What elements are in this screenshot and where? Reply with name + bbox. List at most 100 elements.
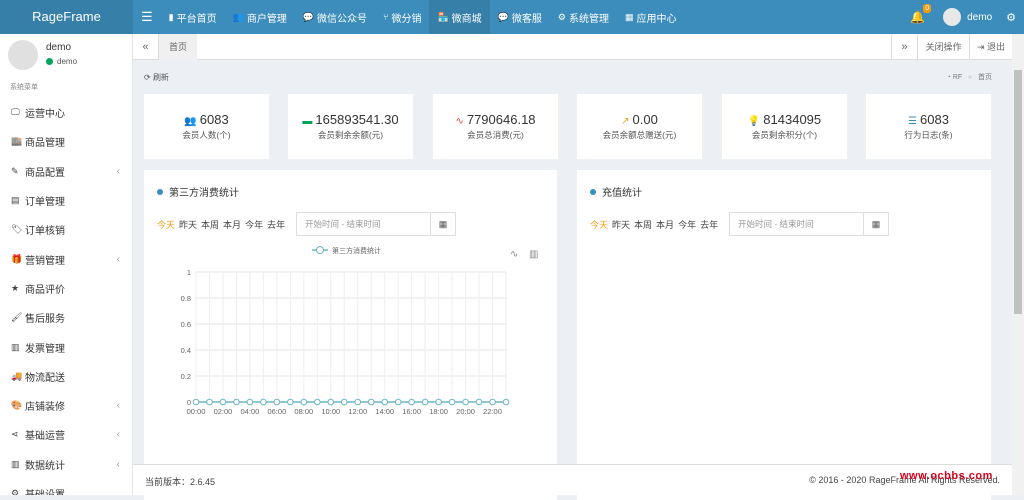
close-ops-button[interactable]: 关闭操作 — [917, 34, 969, 60]
date-range-placeholder[interactable]: 开始时间 - 结束时间 — [297, 213, 430, 235]
legend-marker — [316, 246, 324, 254]
sidebar-item-6[interactable]: ★ 商品评价 — [0, 274, 132, 303]
range-tab-2[interactable]: 本周 — [201, 218, 219, 231]
data-point[interactable] — [260, 398, 267, 406]
data-point[interactable] — [408, 398, 415, 406]
nav-label: 平台首页 — [176, 13, 217, 25]
data-point[interactable] — [340, 398, 348, 406]
bar-chart-toggle-icon[interactable]: ▥ — [529, 249, 538, 260]
data-point[interactable] — [206, 398, 213, 406]
data-point[interactable] — [246, 398, 254, 406]
sidebar-item-13[interactable]: ⚙ 基础设置 — [0, 479, 132, 495]
username[interactable]: demo — [967, 12, 992, 23]
range-tab-1[interactable]: 昨天 — [612, 218, 630, 231]
range-tab-0[interactable]: 今天 — [590, 218, 608, 231]
range-tab-3[interactable]: 本月 — [223, 218, 241, 231]
range-tab-2[interactable]: 本周 — [634, 218, 652, 231]
range-tab-4[interactable]: 今年 — [678, 218, 696, 231]
sidebar-item-4[interactable]: 🏷 订单核销 — [0, 215, 132, 244]
bar-chart-icon: ▥ — [11, 458, 20, 469]
sidebar-item-2[interactable]: ✎ 商品配置 ‹ — [0, 157, 132, 186]
data-point[interactable] — [233, 398, 240, 406]
sidebar-item-3[interactable]: ▤ 订单管理 — [0, 186, 132, 215]
stat-value-row: 💡 81434095 — [722, 112, 847, 127]
data-point[interactable] — [475, 398, 483, 406]
nav-item-1[interactable]: 👥 商户管理 — [225, 0, 295, 34]
data-point[interactable] — [273, 398, 281, 406]
nav-item-0[interactable]: ▮ 平台首页 — [161, 0, 225, 34]
sidebar-item-label: 商品配置 — [25, 167, 65, 179]
calendar-icon[interactable]: ▦ — [430, 213, 455, 235]
page-scrollbar[interactable] — [1012, 34, 1024, 495]
stat-value: 81434095 — [763, 112, 822, 127]
sidebar-item-1[interactable]: 🏬 商品管理 — [0, 127, 132, 156]
stat-label: 会员余额总赠送(元) — [602, 130, 677, 140]
sidebar-toggle-icon[interactable]: ☰ — [133, 0, 161, 34]
data-point[interactable] — [314, 398, 321, 406]
sidebar-item-12[interactable]: ▥ 数据统计 ‹ — [0, 450, 132, 479]
range-tab-5[interactable]: 去年 — [700, 218, 718, 231]
range-tab-5[interactable]: 去年 — [267, 218, 285, 231]
data-point[interactable] — [367, 398, 375, 406]
scrollbar-thumb[interactable] — [1014, 70, 1022, 314]
logout-button[interactable]: ⇥ 退出 — [969, 34, 1012, 60]
data-point[interactable] — [489, 398, 496, 406]
data-point[interactable] — [219, 398, 227, 406]
logout-icon: ⇥ — [976, 42, 988, 52]
sidebar-item-9[interactable]: 🚚 物流配送 — [0, 362, 132, 391]
calendar-icon[interactable]: ▦ — [863, 213, 888, 235]
nav-label: 微分销 — [391, 13, 422, 25]
data-point[interactable] — [435, 398, 442, 406]
nav-item-4[interactable]: 🏪 微商城 — [429, 0, 490, 34]
notification-bell-icon[interactable]: 🔔 0 — [910, 4, 932, 24]
stat-value-row: ↗ 0.00 — [577, 112, 702, 127]
range-tab-0[interactable]: 今天 — [157, 218, 175, 231]
data-point[interactable] — [462, 398, 469, 406]
y-tick-label: 0.8 — [181, 294, 191, 303]
data-point[interactable] — [300, 398, 308, 406]
sidebar-item-10[interactable]: 🎨 店铺装修 ‹ — [0, 391, 132, 420]
data-point[interactable] — [502, 398, 510, 406]
nav-item-5[interactable]: 💬 微客服 — [490, 0, 550, 34]
date-range-input[interactable]: 开始时间 - 结束时间 ▦ — [296, 212, 456, 236]
status-label: demo — [57, 57, 78, 66]
date-range-placeholder[interactable]: 开始时间 - 结束时间 — [730, 213, 863, 235]
sidebar-item-5[interactable]: 🎁 营销管理 ‹ — [0, 244, 132, 273]
notification-badge: 0 — [923, 4, 932, 13]
tabs-next-button[interactable]: » — [891, 34, 917, 60]
data-point[interactable] — [381, 398, 388, 406]
data-point[interactable] — [192, 398, 200, 406]
refresh-button[interactable]: ⟳ 刷新 — [144, 72, 169, 83]
sidebar-item-8[interactable]: ▥ 发票管理 — [0, 332, 132, 361]
x-tick-label: 02:00 — [214, 407, 233, 416]
date-range-input[interactable]: 开始时间 - 结束时间 ▦ — [729, 212, 889, 236]
range-tab-1[interactable]: 昨天 — [179, 218, 197, 231]
brand-logo[interactable]: RageFrame — [0, 0, 133, 34]
nav-item-2[interactable]: 💬 微信公众号 — [295, 0, 375, 34]
range-tab-4[interactable]: 今年 — [245, 218, 263, 231]
credit-card-icon: ▬ — [302, 116, 313, 127]
sidebar-item-0[interactable]: 🖵 运营中心 — [0, 98, 132, 127]
data-point[interactable] — [448, 398, 456, 406]
data-point[interactable] — [327, 398, 335, 406]
chart-legend[interactable]: 第三方消费统计 — [312, 246, 381, 255]
nav-item-7[interactable]: ▦ 应用中心 — [617, 0, 685, 34]
date-range-tabs: 今天 昨天 本周 本月 今年 去年 — [157, 218, 289, 231]
range-tab-3[interactable]: 本月 — [656, 218, 674, 231]
data-point[interactable] — [421, 398, 429, 406]
data-point[interactable] — [354, 398, 362, 406]
shop-icon: 🏪 — [437, 11, 449, 22]
nav-item-6[interactable]: ⚙ 系统管理 — [550, 0, 617, 34]
sidebar-item-label: 商品评价 — [25, 284, 65, 296]
data-point[interactable] — [394, 398, 402, 406]
breadcrumb-root[interactable]: RF — [953, 74, 962, 81]
gear-icon[interactable]: ⚙ — [1006, 11, 1016, 24]
tabs-prev-button[interactable]: « — [133, 34, 159, 60]
tab-home[interactable]: 首页 — [159, 34, 197, 60]
data-point[interactable] — [287, 398, 294, 406]
nav-item-3[interactable]: ⑂ 微分销 — [375, 0, 429, 34]
sidebar-item-11[interactable]: ⋖ 基础运营 ‹ — [0, 420, 132, 449]
line-chart-toggle-icon[interactable]: ∿ — [510, 249, 518, 260]
avatar[interactable] — [943, 8, 962, 26]
sidebar-item-7[interactable]: 🖌 售后服务 — [0, 303, 132, 332]
